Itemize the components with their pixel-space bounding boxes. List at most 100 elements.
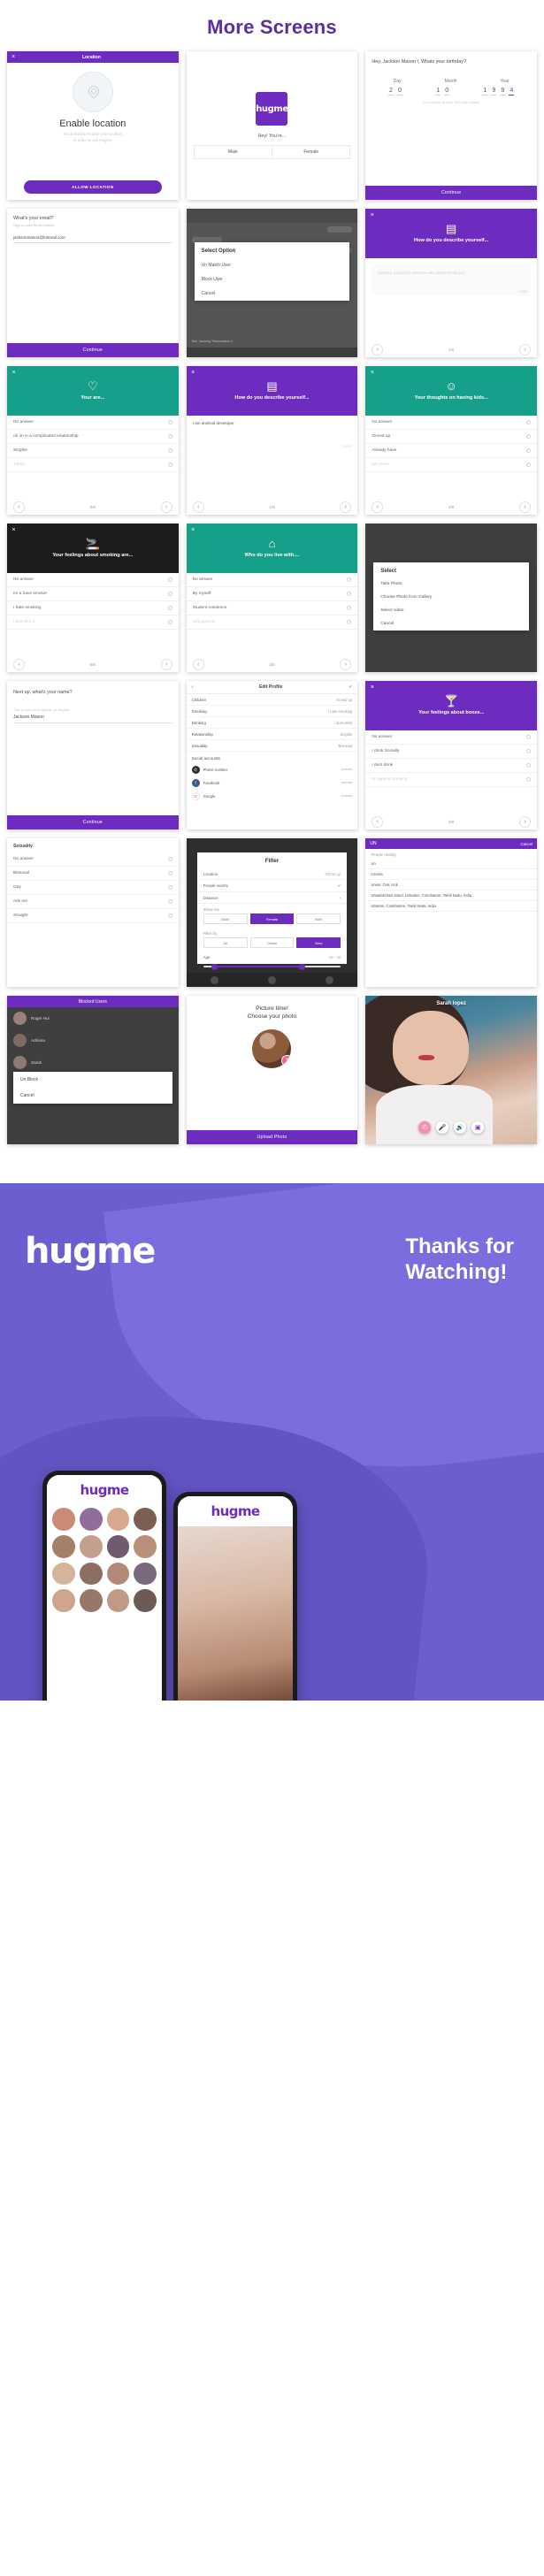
- option-row[interactable]: No answer: [7, 852, 179, 867]
- prev-button[interactable]: ‹: [372, 815, 384, 828]
- prev-button[interactable]: ‹: [192, 658, 204, 670]
- radio-icon[interactable]: [167, 885, 172, 890]
- cancel-button[interactable]: Cancel: [13, 1088, 172, 1104]
- next-button[interactable]: ›: [160, 658, 172, 670]
- filter-row-location[interactable]: Location Ghost up: [196, 868, 348, 880]
- social-status[interactable]: Connect: [341, 794, 352, 799]
- avatar[interactable]: [52, 1562, 75, 1586]
- describe-textarea[interactable]: Describe yourself to someone who doesn't…: [372, 264, 531, 295]
- radio-icon[interactable]: [526, 462, 531, 467]
- avatar[interactable]: [134, 1562, 157, 1586]
- option-row[interactable]: I hate smoking: [7, 601, 179, 615]
- next-button[interactable]: ›: [160, 501, 172, 513]
- chip-both[interactable]: Both: [296, 913, 341, 924]
- select-option-item-cancel[interactable]: Cancel: [195, 287, 350, 301]
- radio-icon[interactable]: [526, 735, 531, 739]
- prev-button[interactable]: ‹: [192, 501, 204, 513]
- option-row[interactable]: Taken: [7, 458, 179, 472]
- radio-icon[interactable]: [526, 420, 531, 424]
- list-item[interactable]: ✆ Phone number connect: [187, 763, 358, 776]
- chip-female[interactable]: Female: [249, 913, 295, 924]
- avatar[interactable]: [79, 1508, 103, 1531]
- avatar[interactable]: [52, 1508, 75, 1531]
- speaker-icon[interactable]: 🔊: [454, 1121, 467, 1134]
- back-icon[interactable]: ‹: [192, 684, 194, 690]
- year-digit-2[interactable]: 9: [491, 88, 497, 96]
- option-row[interactable]: Im against drinking: [365, 773, 537, 787]
- avatar[interactable]: [106, 1562, 130, 1586]
- table-row[interactable]: Relationship Singhle: [186, 729, 358, 740]
- list-item[interactable]: Uttaalakt Bus stand, Unkalam, Coimbatore…: [365, 891, 537, 901]
- unblock-button[interactable]: Un Block: [13, 1072, 172, 1088]
- option-row[interactable]: oh im in a complicated relationship: [7, 430, 179, 444]
- radio-icon[interactable]: [167, 913, 172, 918]
- social-status[interactable]: connect: [341, 768, 353, 772]
- camera-icon[interactable]: ⌾: [281, 1055, 292, 1067]
- avatar[interactable]: [79, 1562, 103, 1586]
- radio-icon[interactable]: [347, 592, 352, 596]
- option-row[interactable]: By myself: [186, 587, 358, 601]
- close-icon[interactable]: ×: [365, 366, 379, 378]
- filter-row-people-nearby[interactable]: People nearby ✓: [196, 880, 348, 892]
- photo-option-cancel[interactable]: Cancel: [373, 617, 529, 631]
- list-item[interactable]: Union, Cek, Unk: [365, 880, 537, 891]
- year-digit-4[interactable]: 4: [509, 88, 515, 96]
- video-icon[interactable]: ▣: [471, 1121, 485, 1134]
- radio-icon[interactable]: [167, 462, 172, 467]
- avatar[interactable]: [106, 1508, 130, 1531]
- year-digit-3[interactable]: 9: [500, 88, 506, 96]
- photo-option-video[interactable]: Select video: [373, 604, 529, 617]
- radio-icon[interactable]: [347, 606, 352, 610]
- year-digit-1[interactable]: 1: [482, 88, 488, 96]
- option-row[interactable]: No answer: [186, 573, 358, 587]
- option-row[interactable]: Ask me: [7, 895, 179, 909]
- radio-icon[interactable]: [347, 620, 352, 624]
- option-row[interactable]: with parents: [186, 615, 358, 630]
- option-row[interactable]: Growd up: [365, 430, 537, 444]
- day-digit-1[interactable]: 2: [387, 88, 394, 96]
- profile-photo[interactable]: ⌾: [252, 1029, 292, 1069]
- table-row[interactable]: Children Growd up: [186, 694, 358, 706]
- gender-option-female[interactable]: Female: [272, 146, 349, 158]
- next-button[interactable]: ›: [519, 815, 531, 828]
- close-icon[interactable]: ×: [186, 366, 200, 378]
- chip-male[interactable]: Male: [203, 913, 248, 924]
- radio-icon[interactable]: [167, 592, 172, 596]
- search-input[interactable]: UN: [370, 841, 520, 846]
- name-continue-button[interactable]: Continue: [7, 815, 179, 829]
- radio-icon[interactable]: [167, 434, 172, 439]
- filter-row-distance[interactable]: Distance ›: [196, 892, 348, 904]
- avatar[interactable]: [106, 1589, 130, 1612]
- list-item[interactable]: Roger Hui: [7, 1007, 179, 1029]
- avatar[interactable]: [134, 1534, 157, 1558]
- radio-icon[interactable]: [167, 871, 172, 875]
- radio-icon[interactable]: [526, 448, 531, 453]
- option-row[interactable]: Already have: [365, 444, 537, 458]
- option-row[interactable]: Im a have smoker: [7, 587, 179, 601]
- close-icon[interactable]: ×: [7, 524, 20, 536]
- option-row[interactable]: No answer: [365, 730, 537, 745]
- next-button[interactable]: ›: [340, 658, 352, 670]
- list-item[interactable]: Sarah: [7, 1051, 179, 1074]
- avatar[interactable]: [52, 1589, 75, 1612]
- radio-icon[interactable]: [526, 763, 531, 768]
- nav-dot[interactable]: [211, 975, 219, 984]
- prev-button[interactable]: ‹: [13, 501, 25, 513]
- radio-icon[interactable]: [167, 899, 172, 904]
- select-option-item-block[interactable]: Block User: [195, 272, 350, 287]
- month-digit-1[interactable]: 1: [435, 88, 441, 96]
- avatar[interactable]: [79, 1589, 103, 1612]
- next-button[interactable]: ›: [519, 501, 531, 513]
- option-row[interactable]: Straight: [7, 909, 179, 923]
- option-row[interactable]: No answer: [365, 416, 537, 430]
- social-status[interactable]: connect: [341, 781, 353, 785]
- table-row[interactable]: Sexuality Bisexual: [186, 740, 358, 752]
- microphone-icon[interactable]: 🎤: [436, 1121, 449, 1134]
- check-icon[interactable]: ✓: [349, 684, 352, 690]
- option-row[interactable]: I drink Socially: [365, 745, 537, 759]
- list-item[interactable]: f Facebook connect: [187, 776, 358, 790]
- radio-icon[interactable]: [167, 606, 172, 610]
- allow-location-button[interactable]: ALLOW LOCATION: [24, 180, 162, 194]
- option-row[interactable]: No answer: [7, 416, 179, 430]
- close-icon[interactable]: ×: [365, 209, 379, 221]
